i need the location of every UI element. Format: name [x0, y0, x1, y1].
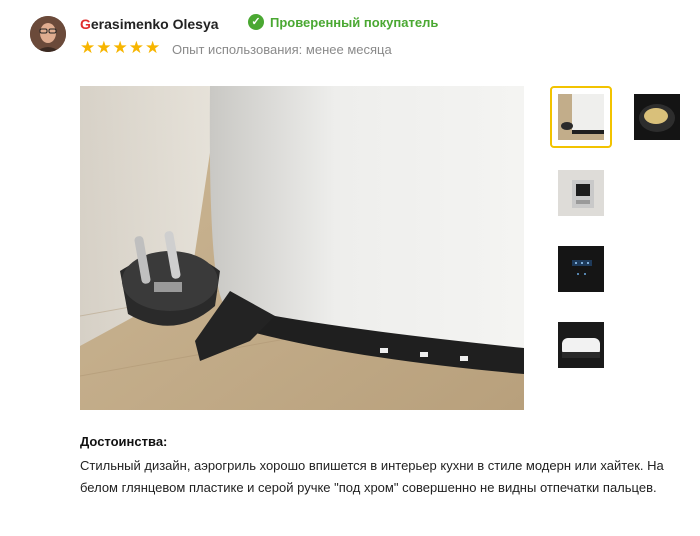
rating-stars: ★ ★ ★ ★ ★ — [80, 39, 161, 57]
pros-title: Достоинства: — [80, 434, 168, 449]
author-name-initial: G — [80, 16, 91, 32]
thumbnail-display-photo — [558, 246, 604, 292]
review-photo-thumbnail[interactable] — [558, 246, 604, 292]
pros-text: Стильный дизайн, аэрогриль хорошо впишет… — [80, 458, 664, 495]
review-photo-thumbnail[interactable] — [558, 170, 604, 216]
thumbnail-side-photo — [558, 322, 604, 368]
usage-experience: Опыт использования: менее месяца — [172, 42, 392, 57]
star-icon: ★ — [145, 38, 161, 57]
avatar[interactable] — [30, 16, 66, 52]
verified-buyer-label: Проверенный покупатель — [270, 14, 439, 30]
review-photo-thumbnail[interactable] — [558, 94, 604, 140]
thumbnail-basket-photo — [634, 94, 680, 140]
review-photo-thumbnail[interactable] — [558, 322, 604, 368]
star-icon: ★ — [80, 38, 96, 57]
star-icon: ★ — [112, 38, 128, 57]
verified-buyer-badge: ✓ Проверенный покупатель — [248, 14, 438, 30]
review-photo-thumbnail[interactable] — [634, 94, 680, 140]
thumbnail-plug-photo — [558, 94, 604, 140]
star-icon: ★ — [96, 38, 112, 57]
checkmark-icon: ✓ — [248, 14, 264, 30]
star-icon: ★ — [128, 38, 144, 57]
review-photo-main[interactable] — [80, 86, 524, 410]
avatar-portrait-icon — [30, 16, 66, 52]
air-fryer-plug-photo — [80, 86, 524, 410]
author-name-rest: erasimenko Olesya — [90, 16, 219, 32]
author-name[interactable]: Gerasimenko Olesya — [80, 16, 219, 32]
thumbnail-handle-photo — [558, 170, 604, 216]
